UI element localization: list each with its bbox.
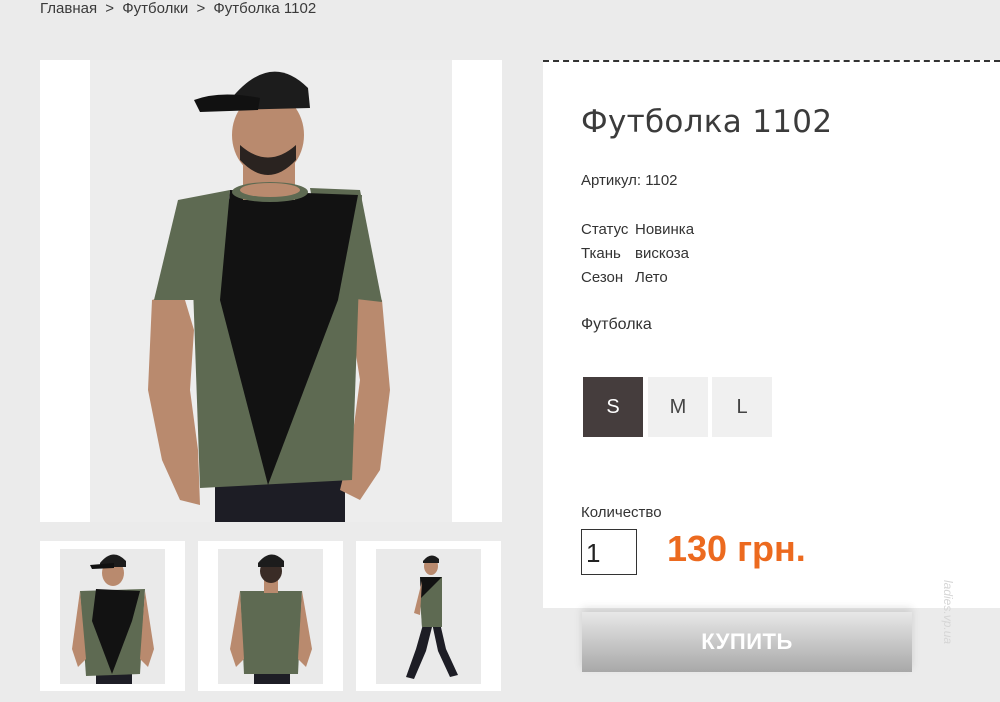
property-key: Статус	[581, 221, 629, 238]
breadcrumb-home[interactable]: Главная	[40, 0, 97, 17]
breadcrumb-separator: >	[105, 0, 115, 17]
thumbnail-photo	[218, 549, 323, 684]
property-row: Статус Новинка	[581, 218, 694, 242]
breadcrumb-current: Футболка 1102	[213, 0, 317, 17]
property-row: Сезон Лето	[581, 266, 694, 290]
thumbnail-photo	[60, 549, 165, 684]
buy-button[interactable]: КУПИТЬ	[582, 612, 912, 672]
watermark: ladies.vp.ua	[941, 580, 955, 645]
size-option-l[interactable]: L	[712, 377, 772, 437]
product-price: 130 грн.	[667, 528, 806, 569]
property-key: Сезон	[581, 269, 624, 286]
breadcrumb-category[interactable]: Футболки	[122, 0, 188, 17]
product-properties: Статус Новинка Ткань вискоза Сезон Лето	[581, 218, 694, 290]
property-value: Лето	[635, 269, 668, 286]
product-photo	[90, 60, 452, 522]
property-value: вискоза	[635, 245, 689, 262]
size-option-m[interactable]: M	[648, 377, 708, 437]
product-title: Футболка 1102	[581, 104, 833, 140]
property-row: Ткань вискоза	[581, 242, 694, 266]
property-value: Новинка	[635, 221, 695, 238]
property-key: Ткань	[581, 245, 621, 262]
main-product-image[interactable]	[40, 60, 502, 522]
quantity-input[interactable]: 1	[581, 529, 637, 575]
size-option-s[interactable]: S	[583, 377, 643, 437]
thumbnail-photo	[376, 549, 481, 684]
breadcrumb-separator: >	[196, 0, 206, 17]
thumbnail-side[interactable]	[356, 541, 501, 691]
thumbnail-gallery	[40, 541, 502, 691]
product-info-panel: Футболка 1102 Артикул: 1102 Статус Новинк…	[543, 60, 1000, 608]
product-sku: Артикул: 1102	[581, 172, 678, 189]
breadcrumb: Главная > Футболки > Футболка 1102	[40, 0, 316, 18]
thumbnail-back[interactable]	[198, 541, 343, 691]
product-category-label: Футболка	[581, 316, 652, 333]
thumbnail-front[interactable]	[40, 541, 185, 691]
quantity-label: Количество	[581, 504, 662, 521]
